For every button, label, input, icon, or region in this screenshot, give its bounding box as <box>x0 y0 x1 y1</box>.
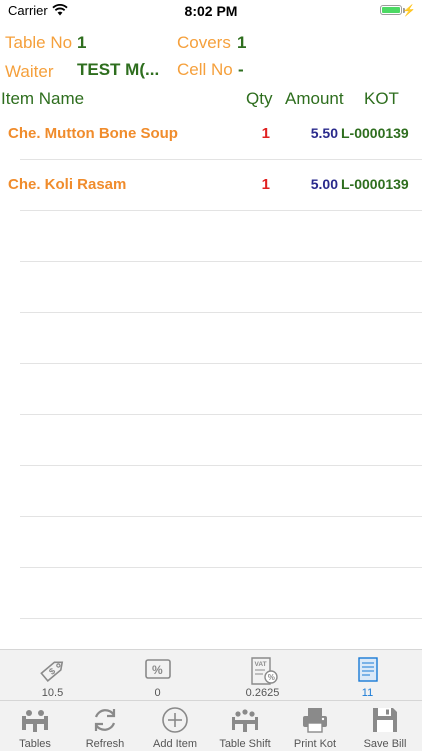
add-item-icon <box>162 707 188 733</box>
table-no-value: 1 <box>77 33 87 52</box>
tab-bar: Tables Refresh Add Item Table Shift Prin… <box>0 700 422 751</box>
status-time: 8:02 PM <box>184 3 238 19</box>
printer-icon <box>303 708 327 733</box>
cell-no-value: - <box>238 60 244 79</box>
vat-icon: VAT % <box>251 657 278 685</box>
battery-icon <box>380 5 402 15</box>
tab-tables[interactable]: Tables <box>0 701 70 751</box>
tab-label: Table Shift <box>219 738 271 750</box>
tab-label: Add Item <box>152 738 198 750</box>
row-divider <box>20 414 422 415</box>
summary-subtotal[interactable]: $ 10.5 <box>0 650 105 700</box>
waiter-label: Waiter <box>5 62 54 81</box>
summary-bar: $ 10.5 % 0 VAT % 0.2625 11 <box>0 649 422 700</box>
row-divider <box>20 210 422 211</box>
item-amount: 5.00 <box>310 176 338 192</box>
row-divider <box>20 312 422 313</box>
row-divider <box>20 516 422 517</box>
item-name: Che. Mutton Bone Soup <box>8 125 178 142</box>
discount-value: 0 <box>154 687 161 699</box>
price-tag-icon: $ <box>40 661 64 683</box>
vat-value: 0.2625 <box>245 687 280 699</box>
column-amount: Amount <box>285 89 344 108</box>
item-amount: 5.50 <box>310 125 338 141</box>
svg-text:VAT: VAT <box>255 661 267 668</box>
summary-discount[interactable]: % 0 <box>105 650 210 700</box>
svg-text:%: % <box>152 663 163 677</box>
row-divider <box>20 465 422 466</box>
save-icon <box>373 708 397 732</box>
item-name: Che. Koli Rasam <box>8 176 127 193</box>
summary-total[interactable]: 11 <box>315 650 420 700</box>
percent-icon: % <box>145 659 171 679</box>
tab-refresh[interactable]: Refresh <box>70 701 140 751</box>
tables-icon <box>22 710 48 732</box>
tab-add-item[interactable]: Add Item <box>140 701 210 751</box>
column-qty: Qty <box>246 89 273 108</box>
waiter-value: TEST M(... <box>77 60 160 79</box>
item-row[interactable]: Che. Koli Rasam 1 5.00 L-0000139 <box>0 161 422 211</box>
summary-vat[interactable]: VAT % 0.2625 <box>210 650 315 700</box>
svg-text:%: % <box>268 673 275 682</box>
table-shift-icon <box>232 709 258 732</box>
refresh-icon <box>94 709 116 731</box>
charging-icon: ⚡ <box>402 5 416 17</box>
row-divider <box>20 261 422 262</box>
row-divider <box>20 159 422 160</box>
item-qty: 1 <box>261 125 270 142</box>
tab-save-bill[interactable]: Save Bill <box>350 701 420 751</box>
column-kot: KOT <box>364 89 399 108</box>
row-divider <box>20 618 422 619</box>
covers-value: 1 <box>237 33 247 52</box>
table-no-label: Table No <box>5 33 73 52</box>
tab-label: Refresh <box>85 738 125 750</box>
total-value: 11 <box>361 687 374 699</box>
item-qty: 1 <box>261 176 270 193</box>
tab-print-kot[interactable]: Print Kot <box>280 701 350 751</box>
covers-label: Covers <box>177 33 231 52</box>
tab-label: Print Kot <box>293 738 337 750</box>
row-divider <box>20 363 422 364</box>
row-divider <box>20 567 422 568</box>
status-bar: Carrier 8:02 PM ⚡ <box>0 0 422 22</box>
item-kot: L-0000139 <box>341 176 409 192</box>
subtotal-value: 10.5 <box>41 687 64 699</box>
item-kot: L-0000139 <box>341 125 409 141</box>
tab-label: Save Bill <box>363 738 407 750</box>
cell-no-label: Cell No <box>177 60 233 79</box>
tab-table-shift[interactable]: Table Shift <box>210 701 280 751</box>
receipt-icon <box>358 657 378 682</box>
item-row[interactable]: Che. Mutton Bone Soup 1 5.50 L-0000139 <box>0 110 422 160</box>
column-item-name: Item Name <box>1 89 85 108</box>
tab-label: Tables <box>19 738 51 750</box>
